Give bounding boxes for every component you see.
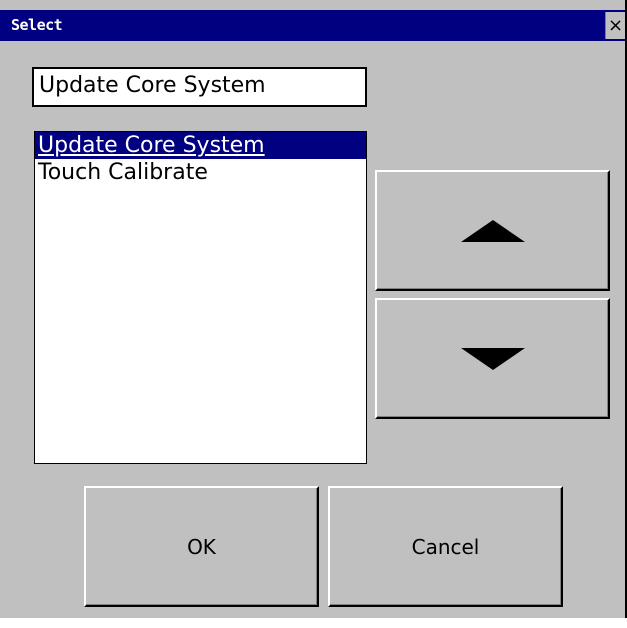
select-dialog: Select × Update Core System Update Core … <box>0 0 627 618</box>
ok-button-label: OK <box>187 534 216 559</box>
selected-item-field[interactable]: Update Core System <box>32 67 367 107</box>
cancel-button-label: Cancel <box>411 534 480 559</box>
ok-button[interactable]: OK <box>84 486 319 607</box>
close-icon: × <box>607 15 624 36</box>
list-item-touch-calibrate[interactable]: Touch Calibrate <box>35 159 366 186</box>
cancel-button[interactable]: Cancel <box>328 486 563 607</box>
down-arrow-icon <box>460 347 525 370</box>
options-listbox[interactable]: Update Core System Touch Calibrate <box>34 131 367 464</box>
move-up-button[interactable] <box>375 170 610 291</box>
title-bar: Select × <box>0 10 625 41</box>
up-arrow-icon <box>460 219 525 242</box>
list-item-update-core-system[interactable]: Update Core System <box>35 132 366 159</box>
move-down-button[interactable] <box>375 298 610 419</box>
close-button[interactable]: × <box>605 12 625 39</box>
window-title: Select <box>11 16 63 34</box>
